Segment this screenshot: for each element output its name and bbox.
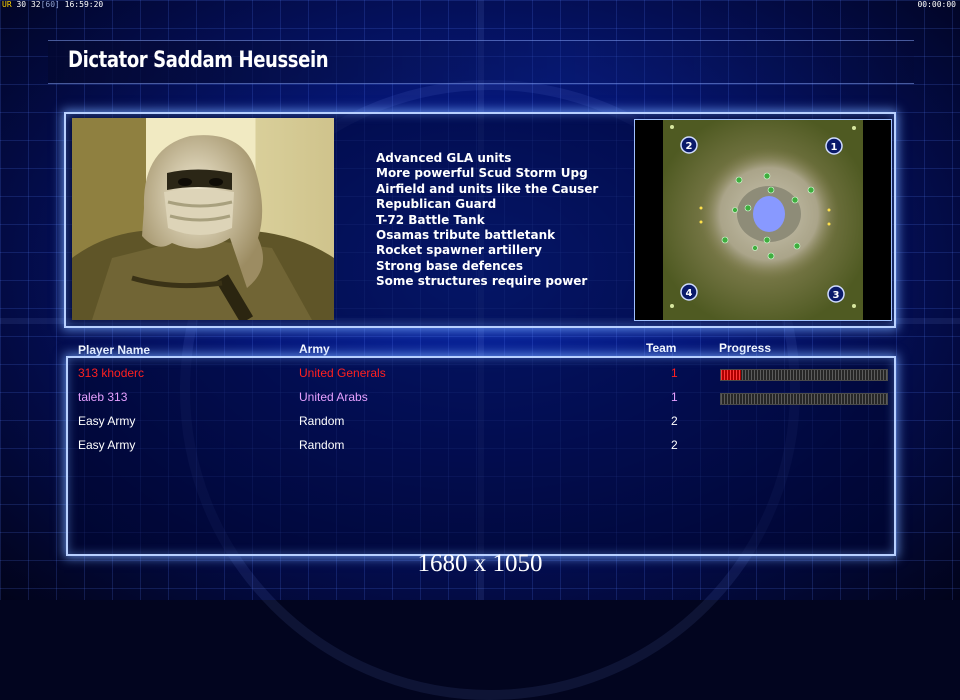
feature-item: More powerful Scud Storm Upg bbox=[376, 166, 588, 181]
feature-item: Some structures require power bbox=[376, 274, 588, 289]
player-name: 313 khoderc bbox=[78, 366, 145, 380]
column-header-army: Army bbox=[299, 342, 330, 356]
feature-item: Rocket spawner artillery bbox=[376, 243, 542, 258]
progress-bar bbox=[720, 393, 888, 405]
player-army: United Arabs bbox=[299, 390, 368, 404]
game-timer: 00:00:00 bbox=[917, 0, 956, 9]
feature-item: Airfield and units like the Causer bbox=[376, 181, 599, 196]
feature-item: Osamas tribute battletank bbox=[376, 228, 556, 243]
map-preview: 1 2 3 4 bbox=[634, 119, 892, 321]
player-team: 1 bbox=[671, 390, 678, 404]
status-tag: UR bbox=[2, 0, 12, 9]
player-army: Random bbox=[299, 438, 345, 452]
player-row[interactable]: 313 khoderc United Generals 1 bbox=[0, 366, 960, 388]
player-team: 1 bbox=[671, 366, 678, 380]
player-name: Easy Army bbox=[78, 438, 136, 452]
player-team: 2 bbox=[671, 438, 678, 452]
player-name: taleb 313 bbox=[78, 390, 128, 404]
start-position-label: 1 bbox=[831, 142, 838, 153]
feature-item: T-72 Battle Tank bbox=[376, 212, 485, 227]
general-features-list: Advanced GLA units More powerful Scud St… bbox=[376, 151, 598, 290]
status-value-a: 30 bbox=[16, 0, 27, 9]
player-army: United Generals bbox=[299, 366, 386, 380]
feature-item: Strong base defences bbox=[376, 258, 524, 273]
feature-item: Republican Guard bbox=[376, 197, 497, 212]
player-army: Random bbox=[299, 414, 345, 428]
player-row[interactable]: Easy Army Random 2 bbox=[0, 414, 960, 436]
start-position-label: 2 bbox=[686, 141, 693, 152]
column-header-team: Team bbox=[646, 341, 677, 355]
player-name: Easy Army bbox=[78, 414, 136, 428]
progress-fill bbox=[721, 370, 741, 380]
resolution-label: 1680 x 1050 bbox=[417, 550, 543, 577]
status-value-c: [60] bbox=[40, 0, 60, 9]
status-readout: UR 30 32[60] 16:59:20 bbox=[2, 0, 103, 9]
general-title: Dictator Saddam Heussein bbox=[68, 48, 329, 73]
start-position-label: 4 bbox=[686, 288, 693, 299]
column-header-player: Player Name bbox=[78, 343, 151, 357]
player-team: 2 bbox=[671, 414, 678, 428]
status-clock: 16:59:20 bbox=[64, 0, 104, 9]
player-row[interactable]: taleb 313 United Arabs 1 bbox=[0, 390, 960, 412]
progress-bar bbox=[720, 369, 888, 381]
feature-item: Advanced GLA units bbox=[376, 151, 512, 165]
player-row[interactable]: Easy Army Random 2 bbox=[0, 438, 960, 460]
column-header-progress: Progress bbox=[719, 341, 772, 355]
general-portrait bbox=[72, 118, 334, 320]
status-value-b: 32 bbox=[30, 0, 41, 9]
start-position-label: 3 bbox=[833, 290, 840, 301]
